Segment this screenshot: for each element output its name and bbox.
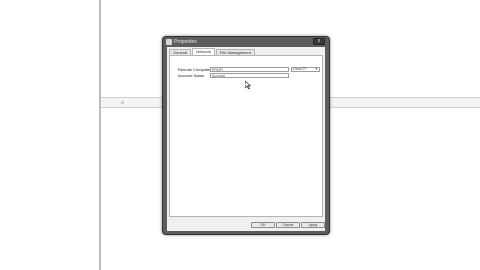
ok-button[interactable]: OK (251, 222, 275, 228)
account-name-label: Account Name (178, 73, 205, 78)
cancel-button[interactable]: Cancel (276, 222, 300, 228)
background-divider (99, 0, 101, 270)
app-icon (166, 39, 172, 45)
account-name-field[interactable] (210, 73, 289, 78)
dialog-client-area: General Network File Management Remote C… (167, 47, 325, 231)
chevron-down-icon: ▼ (315, 67, 318, 71)
tab-panel-network: Remote Computer Linux-FF ▼ Account Name (169, 55, 323, 217)
os-select-value: Linux-FF (293, 67, 307, 71)
remote-computer-label: Remote Computer (178, 67, 211, 72)
close-button[interactable]: x (313, 38, 325, 45)
apply-button[interactable]: Apply (301, 222, 325, 228)
dialog-titlebar[interactable]: Properties x (163, 37, 329, 47)
properties-dialog: Properties x General Network File Manage… (162, 36, 330, 235)
dialog-title: Properties (174, 39, 197, 45)
remote-computer-field[interactable] (210, 67, 289, 72)
os-select[interactable]: Linux-FF ▼ (291, 67, 320, 72)
background-band-marker (121, 101, 124, 104)
mouse-pointer-icon (245, 81, 251, 89)
